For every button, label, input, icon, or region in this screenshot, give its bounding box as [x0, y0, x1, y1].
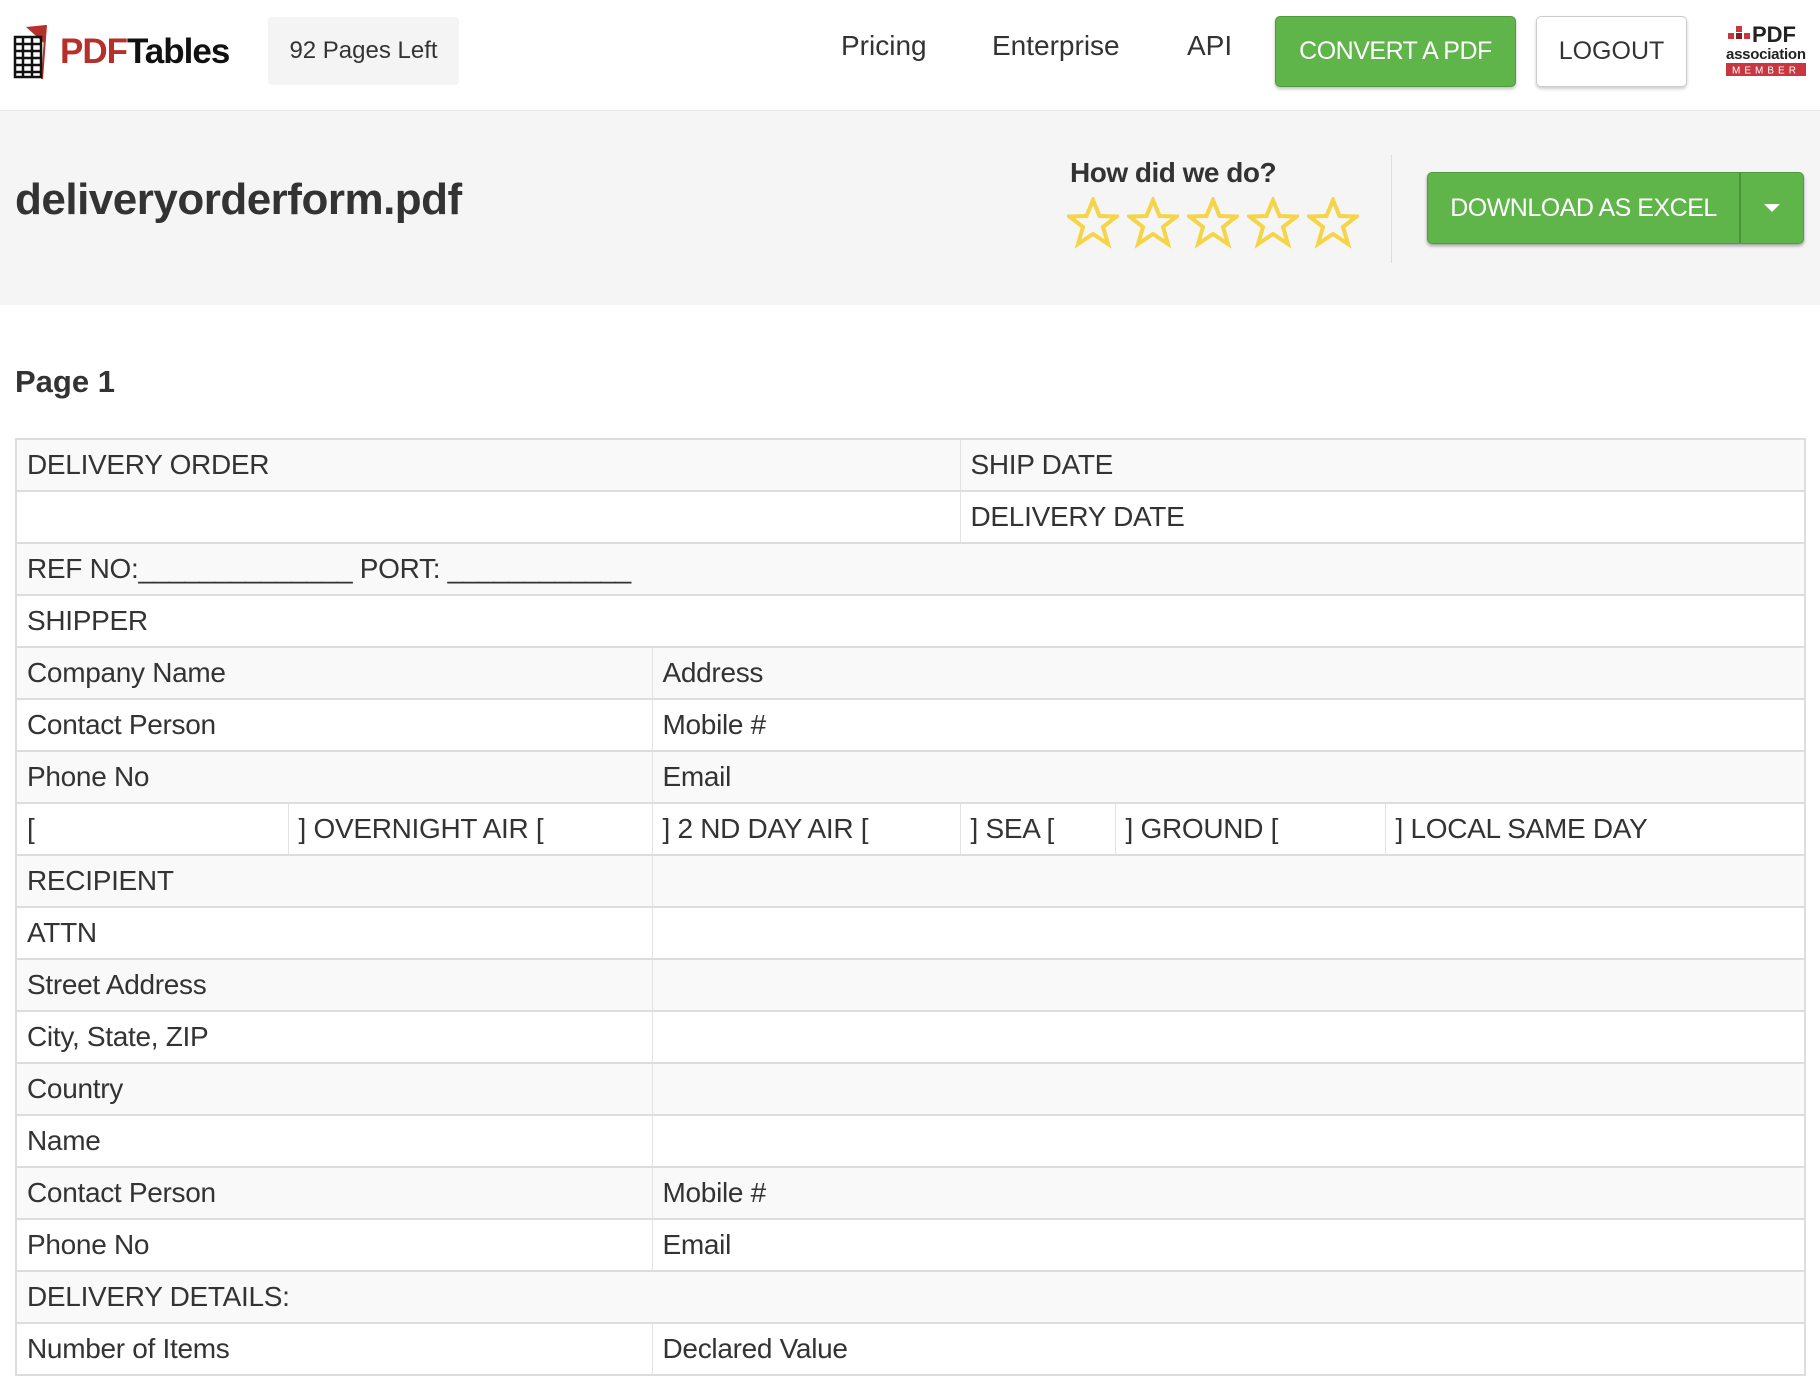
table-cell: Phone No: [15, 1218, 653, 1272]
table-row: Number of Items Declared Value: [15, 1322, 1806, 1376]
nav-link-api[interactable]: API: [1187, 30, 1232, 62]
table-cell: ATTN: [15, 906, 653, 960]
table-cell: Name: [15, 1114, 653, 1168]
table-cell: Mobile #: [651, 698, 1806, 752]
table-row: Phone No Email: [15, 750, 1806, 804]
table-cell: RECIPIENT: [15, 854, 653, 908]
member-badge-bottom: MEMBER: [1732, 66, 1800, 77]
download-options-dropdown[interactable]: [1739, 172, 1804, 244]
table-row: Phone No Email: [15, 1218, 1806, 1272]
table-cell: Street Address: [15, 958, 653, 1012]
table-cell: [651, 854, 1806, 908]
table-cell: Contact Person: [15, 698, 653, 752]
pages-left-badge: 92 Pages Left: [268, 17, 459, 85]
table-row: City, State, ZIP: [15, 1010, 1806, 1064]
table-row: REF NO:______________ PORT: ____________: [15, 542, 1806, 596]
table-cell: ] SEA [: [959, 802, 1116, 856]
table-cell: [651, 1010, 1806, 1064]
caret-down-icon: [1764, 204, 1780, 212]
table-cell: REF NO:______________ PORT: ____________: [15, 542, 1806, 596]
star-icon-3[interactable]: [1187, 197, 1239, 249]
table-cell: ] LOCAL SAME DAY: [1384, 802, 1806, 856]
table-row: Name: [15, 1114, 1806, 1168]
member-badge-top: PDF: [1752, 22, 1796, 47]
table-cell: [651, 958, 1806, 1012]
table-cell: Address: [651, 646, 1806, 700]
table-cell: SHIPPER: [15, 594, 1806, 648]
table-cell: Contact Person: [15, 1166, 653, 1220]
member-badge-middle: association: [1726, 46, 1806, 63]
star-icon-2[interactable]: [1127, 197, 1179, 249]
download-excel-button[interactable]: DOWNLOAD AS EXCEL: [1427, 172, 1739, 244]
table-row: Contact Person Mobile #: [15, 698, 1806, 752]
rating-label: How did we do?: [1070, 157, 1277, 188]
vertical-divider: [1391, 155, 1392, 263]
table-cell: [651, 1114, 1806, 1168]
table-cell: [651, 906, 1806, 960]
brand-name: PDFTables: [60, 32, 230, 72]
table-cell: Country: [15, 1062, 653, 1116]
table-row: Country: [15, 1062, 1806, 1116]
table-cell: [651, 1062, 1806, 1116]
star-rating: [1067, 197, 1359, 249]
table-cell: Declared Value: [651, 1322, 1806, 1376]
download-button-group: DOWNLOAD AS EXCEL: [1427, 172, 1804, 244]
table-cell: DELIVERY DETAILS:: [15, 1270, 1806, 1324]
extracted-table: DELIVERY ORDER SHIP DATE DELIVERY DATE R…: [15, 438, 1807, 1376]
document-header-band: deliveryorderform.pdf How did we do? DOW…: [0, 111, 1820, 305]
convert-pdf-button[interactable]: CONVERT A PDF: [1275, 16, 1516, 87]
star-icon-1[interactable]: [1067, 197, 1119, 249]
table-row: DELIVERY ORDER SHIP DATE: [15, 438, 1806, 492]
brand-pdf-text: PDF: [60, 32, 128, 71]
table-row: DELIVERY DATE: [15, 490, 1806, 544]
table-row: ATTN: [15, 906, 1806, 960]
table-row: DELIVERY DETAILS:: [15, 1270, 1806, 1324]
table-cell: Company Name: [15, 646, 653, 700]
table-cell: City, State, ZIP: [15, 1010, 653, 1064]
table-cell: ] 2 ND DAY AIR [: [651, 802, 961, 856]
pdftables-logo[interactable]: PDFTables: [12, 22, 230, 82]
table-cell: DELIVERY ORDER: [15, 438, 961, 492]
nav-link-enterprise[interactable]: Enterprise: [992, 30, 1120, 62]
table-row: RECIPIENT: [15, 854, 1806, 908]
table-cell: [: [15, 802, 289, 856]
nav-link-pricing[interactable]: Pricing: [841, 30, 927, 62]
logout-button[interactable]: LOGOUT: [1536, 16, 1687, 87]
table-cell: ] GROUND [: [1114, 802, 1386, 856]
table-row: Company Name Address: [15, 646, 1806, 700]
pdf-association-member-logo[interactable]: PDF association MEMBER: [1725, 22, 1807, 80]
brand-tables-text: Tables: [127, 32, 230, 71]
table-row: [ ] OVERNIGHT AIR [ ] 2 ND DAY AIR [ ] S…: [15, 802, 1806, 856]
table-cell: Number of Items: [15, 1322, 653, 1376]
table-cell: SHIP DATE: [959, 438, 1806, 492]
star-icon-5[interactable]: [1307, 197, 1359, 249]
table-cell: Mobile #: [651, 1166, 1806, 1220]
table-cell: [15, 490, 961, 544]
table-cell: ] OVERNIGHT AIR [: [287, 802, 653, 856]
document-title: deliveryorderform.pdf: [15, 175, 462, 224]
table-row: Contact Person Mobile #: [15, 1166, 1806, 1220]
table-document-icon: [13, 24, 47, 80]
table-cell: Phone No: [15, 750, 653, 804]
table-cell: Email: [651, 1218, 1806, 1272]
table-row: SHIPPER: [15, 594, 1806, 648]
page-heading: Page 1: [15, 364, 115, 399]
table-cell: Email: [651, 750, 1806, 804]
star-icon-4[interactable]: [1247, 197, 1299, 249]
table-row: Street Address: [15, 958, 1806, 1012]
table-cell: DELIVERY DATE: [959, 490, 1806, 544]
top-navbar: PDFTables 92 Pages Left Pricing Enterpri…: [0, 0, 1820, 111]
